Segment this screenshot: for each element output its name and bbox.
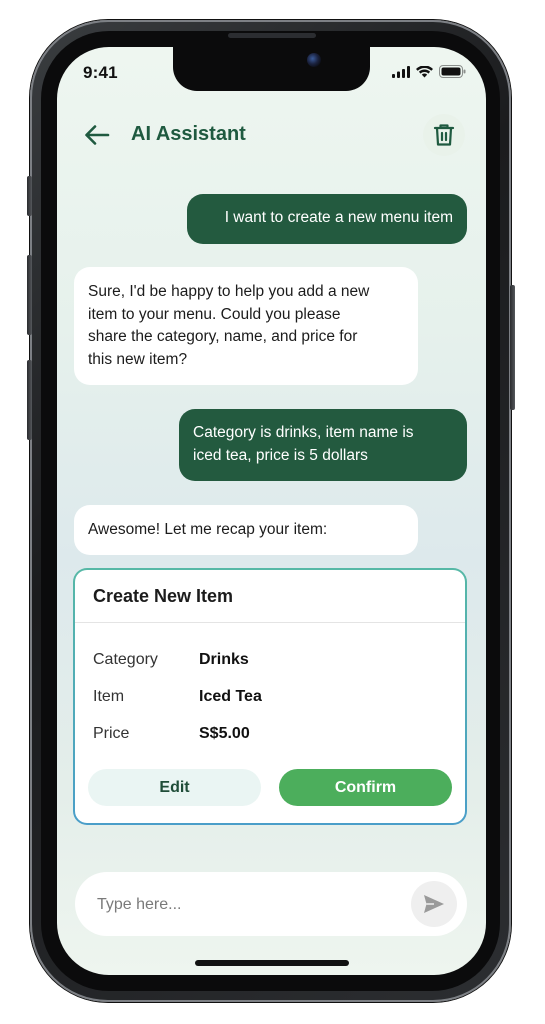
field-value: Iced Tea [199, 687, 262, 705]
home-indicator [195, 960, 349, 966]
field-value: S$5.00 [199, 724, 250, 742]
card-body: Category Drinks Item Iced Tea Price S$5.… [75, 623, 465, 752]
message-line: iced tea, price is 5 dollars [193, 446, 368, 464]
signal-icon [392, 65, 410, 78]
field-label: Price [93, 724, 130, 742]
user-message: I want to create a new menu item [187, 194, 467, 244]
field-row-category: Category Drinks [93, 641, 447, 678]
confirm-button[interactable]: Confirm [279, 769, 452, 806]
card-title: Create New Item [93, 586, 234, 606]
status-time: 9:41 [83, 63, 118, 82]
wifi-icon [416, 65, 433, 77]
send-button[interactable] [411, 881, 457, 927]
volume-down-button [27, 360, 32, 440]
field-label: Category [93, 650, 158, 668]
back-button[interactable] [81, 119, 113, 151]
message-text: I want to create a new menu item [224, 209, 453, 226]
message-line: item to your menu. Could you please [88, 305, 341, 323]
edit-button[interactable]: Edit [88, 769, 261, 806]
create-item-card: Create New Item Category Drinks Item Ice… [73, 568, 467, 825]
battery-icon [439, 65, 466, 78]
silent-switch [27, 176, 32, 216]
camera-icon [307, 53, 321, 67]
message-text: Awesome! Let me recap your item: [88, 521, 328, 538]
status-icons [392, 65, 466, 78]
power-button [510, 285, 515, 410]
assistant-message: Sure, I'd be happy to help you add a new… [74, 267, 418, 385]
assistant-message: Awesome! Let me recap your item: [74, 505, 418, 555]
app-screen: 9:41 AI Assistant I want to create a new… [57, 47, 486, 975]
volume-up-button [27, 255, 32, 335]
field-row-item: Item Iced Tea [93, 678, 447, 715]
message-line: this new item? [88, 350, 188, 368]
page-title: AI Assistant [131, 123, 246, 145]
send-icon [424, 895, 444, 913]
user-message: Category is drinks, item name is iced te… [179, 409, 467, 481]
field-row-price: Price S$5.00 [93, 715, 447, 752]
speaker-slot [228, 33, 316, 38]
message-line: share the category, name, and price for [88, 328, 358, 345]
field-value: Drinks [199, 650, 249, 668]
delete-chat-button[interactable] [423, 114, 465, 156]
arrow-left-icon [85, 125, 110, 145]
phone-mockup: 9:41 AI Assistant I want to create a new… [0, 0, 545, 1024]
message-input[interactable] [95, 872, 399, 938]
card-actions: Edit Confirm [88, 769, 452, 806]
message-line: Sure, I'd be happy to help you add a new [88, 283, 370, 300]
composer [75, 872, 467, 938]
card-header: Create New Item [75, 570, 465, 623]
message-line: Category is drinks, item name is [193, 424, 414, 441]
trash-icon [433, 124, 455, 146]
field-label: Item [93, 687, 125, 705]
notch [173, 47, 370, 91]
